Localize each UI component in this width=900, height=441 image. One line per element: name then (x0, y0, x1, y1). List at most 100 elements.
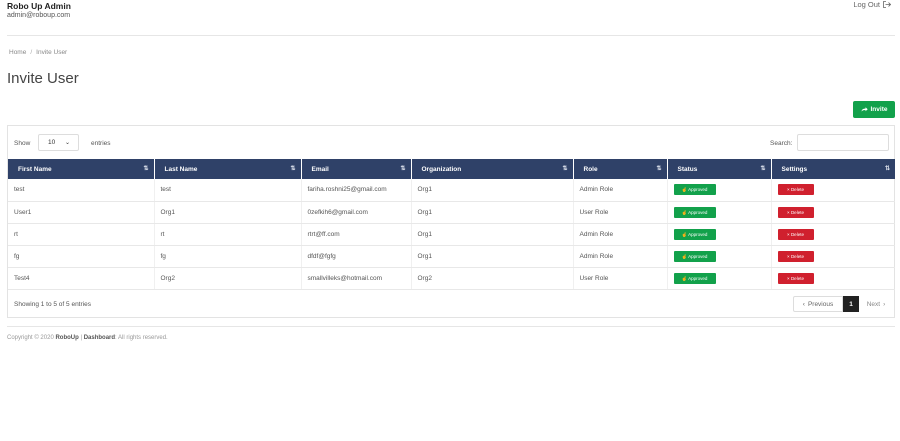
next-page-button[interactable]: Next › (859, 296, 893, 312)
chevron-left-icon: ‹ (802, 300, 805, 308)
footer-suffix: : All rights reserved. (115, 335, 168, 341)
cell-status: ☝ Approved (667, 223, 772, 246)
approved-status-button[interactable]: ☝ Approved (673, 206, 716, 218)
breadcrumb-home[interactable]: Home (9, 49, 26, 56)
status-label: Approved (688, 253, 708, 259)
cell-last-name: test (154, 179, 302, 202)
users-table-panel: Show 10 ⌄ entries Search: First Name ⇅ Las… (7, 125, 895, 318)
delete-label: Delete (790, 253, 804, 259)
cell-first-name: rt (8, 223, 155, 246)
footer-divider (7, 326, 895, 327)
column-header-settings[interactable]: Settings ⇅ (771, 159, 895, 179)
delete-button[interactable]: × Delete (777, 184, 814, 196)
chevron-right-icon: › (883, 300, 886, 308)
cell-email: fariha.roshni25@gmail.com (301, 179, 412, 202)
cell-settings: × Delete (771, 223, 895, 246)
column-header-last-name[interactable]: Last Name ⇅ (154, 159, 302, 179)
users-table: First Name ⇅ Last Name ⇅ Email ⇅ Organization ⇅… (8, 159, 895, 290)
table-row: test test fariha.roshni25@gmail.com Org1 Adm… (8, 179, 895, 202)
footer-brand: RoboUp (55, 335, 79, 341)
cell-last-name: Org2 (154, 267, 302, 290)
cell-role: User Role (573, 201, 668, 224)
cell-organization: Org1 (411, 179, 574, 202)
next-label: Next (866, 300, 881, 308)
column-header-label: Last Name (164, 165, 198, 173)
table-row: User1 Org1 0zefkih6@gmail.com Org1 User Role… (8, 201, 895, 224)
cell-settings: × Delete (771, 245, 895, 268)
search-input[interactable] (797, 134, 889, 151)
logout-label: Log Out (853, 0, 880, 9)
breadcrumb-current: Invite User (36, 49, 68, 56)
status-label: Approved (688, 231, 708, 237)
search-label: Search: (770, 140, 793, 147)
approved-status-button[interactable]: ☝ Approved (673, 228, 716, 240)
admin-email: admin@roboup.com (7, 12, 71, 19)
column-header-label: Status (677, 165, 698, 173)
footer-product: Dashboard (83, 335, 116, 341)
sort-icon: ⇅ (656, 166, 662, 172)
approved-status-button[interactable]: ☝ Approved (673, 184, 716, 196)
page-title: Invite User (7, 70, 79, 87)
column-header-role[interactable]: Role ⇅ (573, 159, 668, 179)
delete-label: Delete (790, 209, 804, 215)
cell-email: 0zefkih6@gmail.com (301, 201, 412, 224)
column-header-organization[interactable]: Organization ⇅ (411, 159, 574, 179)
share-arrow-icon (861, 107, 868, 112)
page-1-button[interactable]: 1 (843, 296, 859, 312)
cell-status: ☝ Approved (667, 267, 772, 290)
show-label: Show (14, 140, 31, 147)
delete-button[interactable]: × Delete (777, 272, 814, 284)
sort-icon: ⇅ (400, 166, 406, 172)
approved-status-button[interactable]: ☝ Approved (673, 250, 716, 262)
cell-last-name: Org1 (154, 201, 302, 224)
table-row: fg fg dfdf@fgfg Org1 Admin Role ☝ Approved × D… (8, 245, 895, 268)
cell-organization: Org2 (411, 267, 574, 290)
delete-label: Delete (790, 231, 804, 237)
approved-status-button[interactable]: ☝ Approved (673, 272, 716, 284)
cell-role: Admin Role (573, 223, 668, 246)
footer-prefix: Copyright © 2020 (7, 335, 56, 341)
delete-button[interactable]: × Delete (777, 250, 814, 262)
delete-label: Delete (790, 187, 804, 193)
status-label: Approved (688, 187, 708, 193)
invite-button-label: Invite (870, 106, 888, 113)
table-info: Showing 1 to 5 of 5 entries (14, 301, 91, 308)
cell-organization: Org1 (411, 223, 574, 246)
previous-page-button[interactable]: ‹ Previous (793, 296, 843, 312)
status-label: Approved (688, 209, 708, 215)
table-row: rt rt rtrt@ff.com Org1 Admin Role ☝ Approved ×… (8, 223, 895, 246)
sort-icon: ⇅ (562, 166, 568, 172)
column-header-status[interactable]: Status ⇅ (667, 159, 772, 179)
column-header-label: Email (311, 165, 329, 173)
cell-settings: × Delete (771, 267, 895, 290)
cell-organization: Org1 (411, 201, 574, 224)
delete-button[interactable]: × Delete (777, 206, 814, 218)
cell-role: Admin Role (573, 245, 668, 268)
table-header-row: First Name ⇅ Last Name ⇅ Email ⇅ Organization ⇅… (8, 159, 895, 179)
status-label: Approved (688, 275, 708, 281)
cell-first-name: User1 (8, 201, 155, 224)
cell-status: ☝ Approved (667, 179, 772, 202)
table-row: Test4 Org2 smallvilleks@hotmail.com Org2 Use… (8, 267, 895, 290)
cell-email: smallvilleks@hotmail.com (301, 267, 412, 290)
cell-organization: Org1 (411, 245, 574, 268)
invite-button[interactable]: Invite (853, 101, 895, 118)
column-header-label: Organization (421, 165, 462, 173)
delete-button[interactable]: × Delete (777, 228, 814, 240)
logout-icon (883, 1, 891, 8)
previous-label: Previous (807, 300, 834, 308)
column-header-email[interactable]: Email ⇅ (301, 159, 412, 179)
delete-label: Delete (790, 275, 804, 281)
footer: Copyright © 2020 RoboUp | Dashboard: All… (7, 335, 168, 341)
entries-label: entries (91, 140, 111, 147)
cell-first-name: test (8, 179, 155, 202)
sort-icon: ⇅ (143, 166, 149, 172)
column-header-first-name[interactable]: First Name ⇅ (8, 159, 155, 179)
table-body: test test fariha.roshni25@gmail.com Org1 Adm… (8, 179, 895, 290)
sort-icon: ⇅ (290, 166, 296, 172)
logout-link[interactable]: Log Out (853, 0, 891, 9)
cell-last-name: rt (154, 223, 302, 246)
top-bar: Robo Up Admin admin@roboup.com Log Out (7, 0, 895, 36)
cell-status: ☝ Approved (667, 245, 772, 268)
entries-length-select[interactable]: 10 ⌄ (38, 134, 79, 151)
